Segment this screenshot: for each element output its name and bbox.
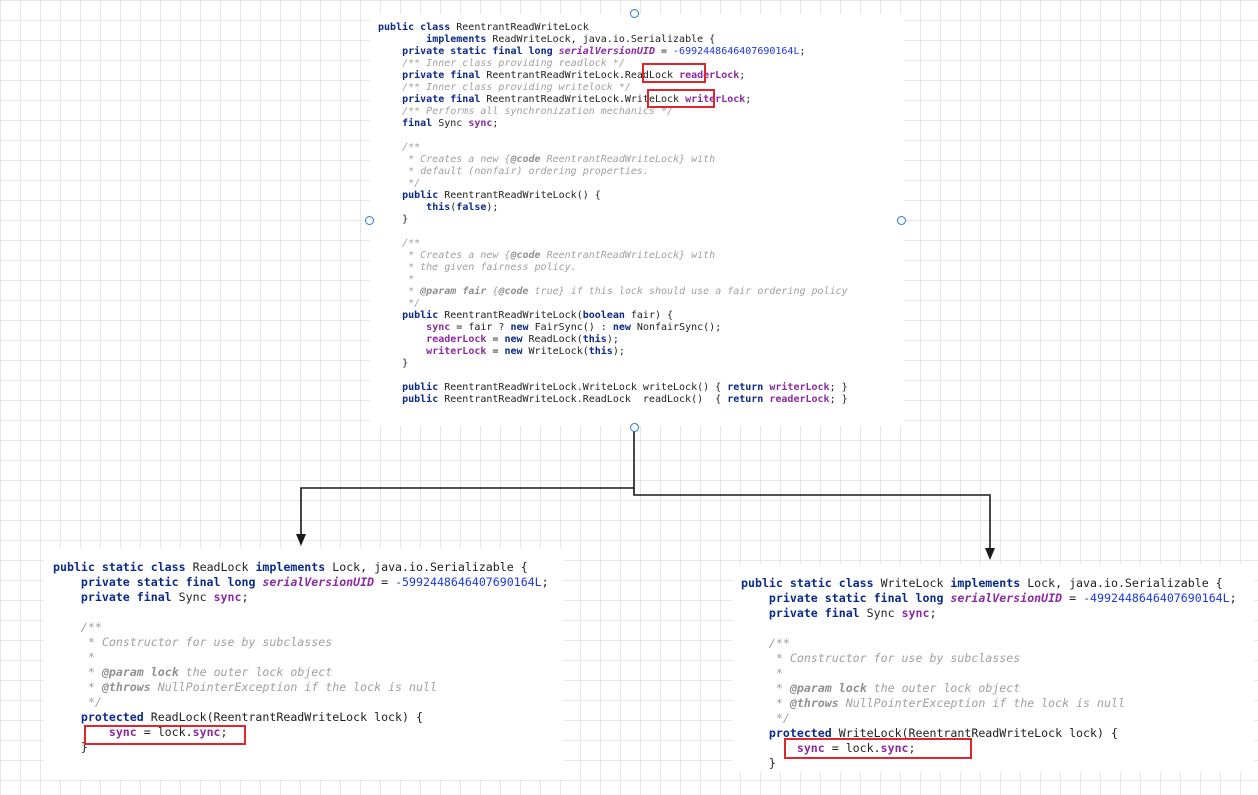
selection-handle-bottom[interactable]: [630, 423, 639, 432]
arrowhead-write-lock: [985, 548, 995, 560]
connector-arrows: [296, 428, 995, 560]
connector-to-write-lock: [633, 488, 991, 550]
selection-handle-right[interactable]: [897, 216, 906, 225]
arrowhead-read-lock: [296, 534, 306, 546]
selection-handle-left[interactable]: [365, 216, 374, 225]
connector-to-read-lock: [300, 428, 635, 538]
selection-handle-top[interactable]: [630, 9, 639, 18]
